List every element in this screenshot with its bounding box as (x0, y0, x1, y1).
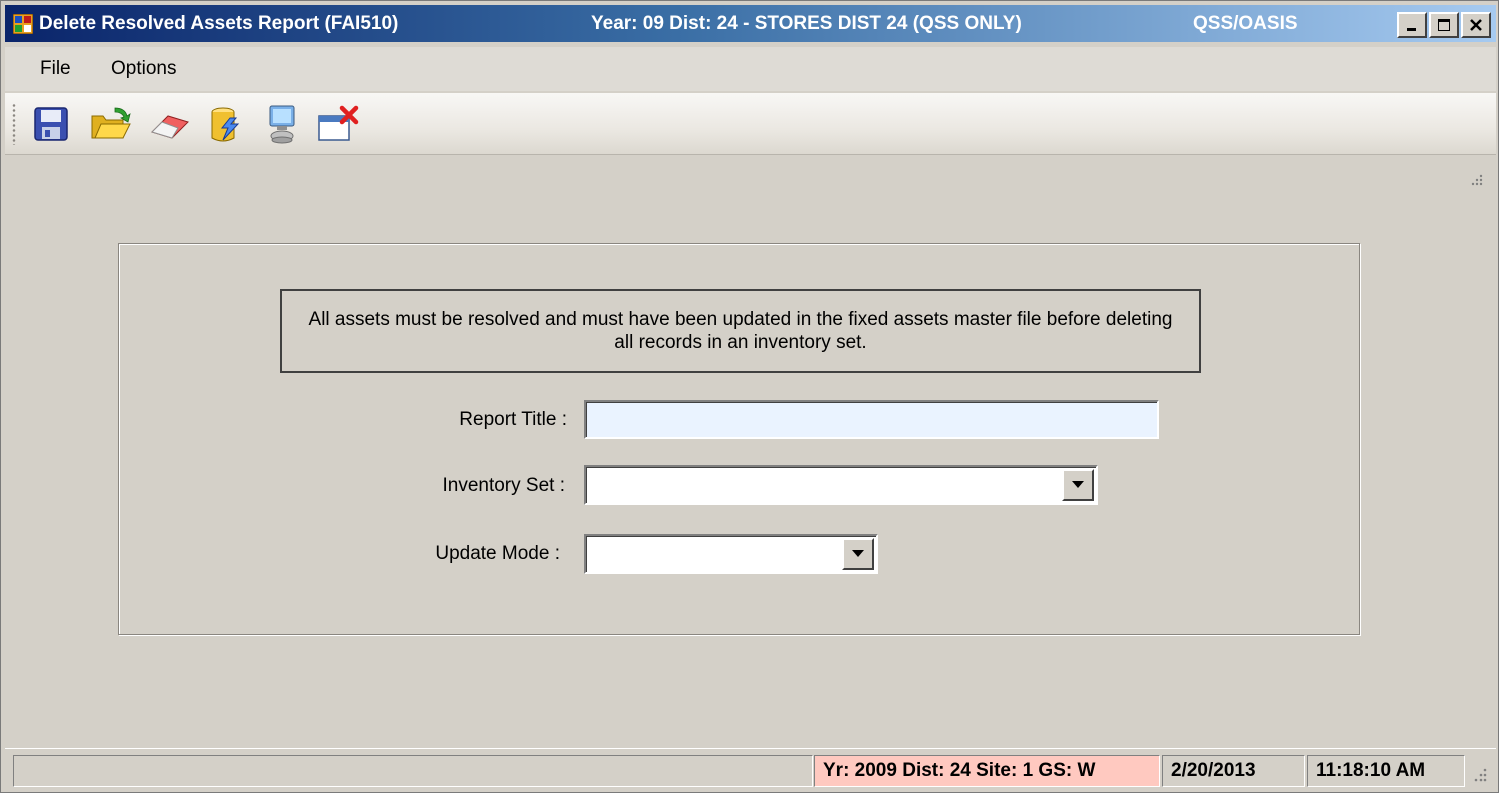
maximize-icon (1438, 19, 1450, 31)
close-form-button[interactable] (316, 102, 360, 146)
close-button[interactable] (1461, 12, 1491, 38)
menu-options[interactable]: Options (111, 58, 176, 80)
open-folder-icon (91, 107, 131, 139)
report-title-label: Report Title : (459, 409, 567, 430)
computer-icon (269, 105, 295, 144)
computer-button[interactable] (260, 102, 304, 146)
minimize-button[interactable] (1397, 12, 1427, 38)
maximize-button[interactable] (1429, 12, 1459, 38)
close-window-icon (318, 105, 359, 141)
toolbar (5, 93, 1496, 155)
toolstrip-grip-icon (1471, 174, 1483, 186)
status-panel-time: 11:18:10 AM (1307, 755, 1465, 787)
chevron-down-icon (1072, 481, 1084, 488)
resize-grip-icon[interactable] (1470, 767, 1488, 785)
app-window: Delete Resolved Assets Report (FAI510) Y… (0, 0, 1499, 793)
save-icon (34, 107, 68, 141)
inventory-set-label: Inventory Set : (442, 475, 565, 496)
save-button[interactable] (29, 102, 73, 146)
status-panel-site: Yr: 2009 Dist: 24 Site: 1 GS: W (814, 755, 1160, 787)
title-bar[interactable]: Delete Resolved Assets Report (FAI510) Y… (5, 5, 1496, 42)
menu-bar: File Options (5, 47, 1496, 91)
run-batch-icon (211, 107, 240, 142)
open-button[interactable] (89, 102, 133, 146)
window-controls (1397, 12, 1491, 38)
menu-file[interactable]: File (40, 58, 71, 80)
inventory-set-select[interactable] (584, 465, 1098, 505)
update-mode-select[interactable] (584, 534, 878, 574)
notice-text: All assets must be resolved and must hav… (308, 309, 1173, 353)
close-icon (1470, 19, 1482, 31)
notice-box: All assets must be resolved and must hav… (280, 289, 1201, 373)
minimize-icon (1407, 28, 1416, 31)
run-batch-button[interactable] (204, 102, 248, 146)
status-bar: Yr: 2009 Dist: 24 Site: 1 GS: W 2/20/201… (5, 748, 1496, 790)
app-icon (13, 14, 33, 34)
eraser-icon (151, 115, 189, 139)
window-context: Year: 09 Dist: 24 - STORES DIST 24 (QSS … (591, 13, 1022, 34)
app-name: QSS/OASIS (1193, 13, 1298, 34)
chevron-down-icon (852, 550, 864, 557)
clear-button[interactable] (148, 102, 192, 146)
update-mode-dropdown-button[interactable] (842, 538, 874, 570)
toolbar-grip[interactable] (12, 103, 16, 145)
inventory-set-dropdown-button[interactable] (1062, 469, 1094, 501)
report-title-input[interactable] (584, 400, 1159, 439)
update-mode-label: Update Mode : (435, 543, 560, 564)
window-title: Delete Resolved Assets Report (FAI510) (39, 13, 399, 34)
status-panel-message (13, 755, 813, 787)
status-panel-date: 2/20/2013 (1162, 755, 1305, 787)
